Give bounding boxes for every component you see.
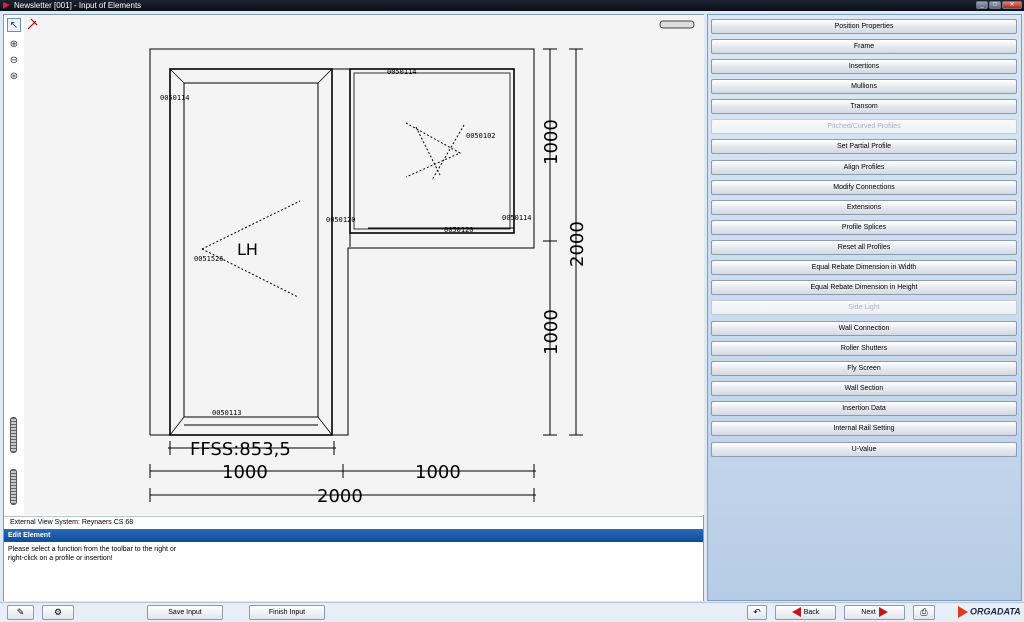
frame-button[interactable]: Frame	[711, 39, 1017, 54]
brand-name: ORGADATA	[970, 606, 1021, 617]
zoom-in-icon[interactable]: ⊕	[7, 38, 21, 52]
back-label: Back	[803, 609, 820, 616]
zoom-fit-icon[interactable]: ⊛	[7, 70, 21, 84]
modify-connections-button[interactable]: Modify Connections	[711, 180, 1017, 195]
threshold[interactable]	[184, 416, 318, 426]
glazing-symbol	[405, 122, 465, 181]
function-panel: Position Properties Frame Insertions Mul…	[707, 14, 1022, 601]
extensions-button[interactable]: Extensions	[711, 200, 1017, 215]
next-label: Next	[861, 609, 876, 616]
message-line: right-click on a profile or insertion!	[8, 555, 113, 562]
window-drawing-svg: 0050114 0050114 0050102 0050120 0050120 …	[27, 18, 695, 507]
options-icon-button[interactable]: ⚙	[42, 605, 74, 620]
select-tool-icon[interactable]: ↖	[7, 18, 21, 32]
view-status: External View System: Reynaers CS 68	[4, 516, 703, 528]
profile-splices-button[interactable]: Profile Splices	[711, 220, 1017, 235]
profile-code-label[interactable]: 0050114	[387, 68, 417, 76]
pitched-curved-profiles-button: Pitched/Curved Profiles	[711, 119, 1017, 134]
next-button[interactable]: Next	[844, 605, 905, 620]
tool-strip: ↖ ⊕ ⊖ ⊛	[4, 15, 24, 515]
edit-element-message: Please select a function from the toolba…	[4, 543, 703, 601]
app-icon	[3, 2, 10, 9]
insertions-button[interactable]: Insertions	[711, 59, 1017, 74]
roller-shutters-button[interactable]: Roller Shutters	[711, 341, 1017, 356]
dimension-width-total[interactable]: 2000	[317, 486, 363, 507]
wall-connection-button[interactable]: Wall Connection	[711, 321, 1017, 336]
title-bar: Newsletter [001] - Input of Elements _ □…	[0, 0, 1024, 11]
drawing-handle-icon[interactable]	[659, 20, 695, 29]
close-button[interactable]: ✕	[1002, 1, 1022, 9]
window-title: Newsletter [001] - Input of Elements	[14, 1, 142, 10]
set-partial-profile-button[interactable]: Set Partial Profile	[711, 139, 1017, 154]
vertical-scroll-grip[interactable]	[10, 417, 17, 453]
next-arrow-icon	[878, 607, 888, 618]
notes-icon-button[interactable]: ✎	[7, 605, 34, 620]
mullions-button[interactable]: Mullions	[711, 79, 1017, 94]
u-value-button[interactable]: U-Value	[711, 442, 1017, 457]
dimension-width-left[interactable]: 1000	[222, 462, 268, 483]
ffss-dimension[interactable]: FFSS:853,5	[190, 439, 291, 460]
edit-element-header: Edit Element	[4, 529, 703, 542]
bottom-bar: ✎ ⚙ Save Input Finish Input ↶ Back Next …	[0, 602, 1024, 622]
profile-code-label[interactable]: 0050114	[502, 214, 532, 222]
profile-code-label[interactable]: 0050120	[444, 226, 474, 234]
equal-rebate-height-button[interactable]: Equal Rebate Dimension in Height	[711, 280, 1017, 295]
insertion-data-button[interactable]: Insertion Data	[711, 401, 1017, 416]
equal-rebate-width-button[interactable]: Equal Rebate Dimension in Width	[711, 260, 1017, 275]
profile-code-label[interactable]: 0050102	[466, 132, 496, 140]
element-drawing[interactable]: 0050114 0050114 0050102 0050120 0050120 …	[24, 15, 704, 515]
brand-logo: ORGADATA	[958, 606, 1021, 618]
message-line: Please select a function from the toolba…	[8, 546, 177, 553]
maximize-button[interactable]: □	[989, 1, 1001, 9]
undo-icon-button[interactable]: ↶	[747, 605, 767, 620]
back-button[interactable]: Back	[775, 605, 836, 620]
reset-all-profiles-button[interactable]: Reset all Profiles	[711, 240, 1017, 255]
align-profiles-button[interactable]: Align Profiles	[711, 160, 1017, 175]
minimize-button[interactable]: _	[976, 1, 988, 9]
dimension-height-bottom[interactable]: 1000	[541, 309, 562, 355]
save-input-button[interactable]: Save Input	[147, 605, 223, 620]
dimension-width-right[interactable]: 1000	[415, 462, 461, 483]
back-arrow-icon	[791, 607, 801, 618]
dimension-height-top[interactable]: 1000	[541, 119, 562, 165]
drawing-panel: ↖ ⊕ ⊖ ⊛ 0050114 0050114 0050102 0050120 …	[3, 14, 704, 601]
wall-section-button[interactable]: Wall Section	[711, 381, 1017, 396]
fly-screen-button[interactable]: Fly Screen	[711, 361, 1017, 376]
profile-code-label[interactable]: 0050113	[212, 409, 242, 417]
opening-direction-label: LH	[237, 240, 258, 259]
print-icon-button[interactable]: ⎙	[913, 605, 935, 620]
side-light-button: Side Light	[711, 300, 1017, 315]
transom-button[interactable]: Transom	[711, 99, 1017, 114]
profile-cross-icon[interactable]	[27, 18, 38, 30]
dimension-height-total[interactable]: 2000	[567, 221, 588, 267]
profile-code-label[interactable]: 0050120	[326, 216, 356, 224]
orgadata-logo-icon	[958, 606, 968, 618]
profile-code-label[interactable]: 0051526	[194, 255, 224, 263]
vertical-scroll-grip-2[interactable]	[10, 469, 17, 505]
position-properties-button[interactable]: Position Properties	[711, 19, 1017, 34]
mullion[interactable]	[331, 69, 351, 435]
zoom-out-icon[interactable]: ⊖	[7, 54, 21, 68]
finish-input-button[interactable]: Finish Input	[249, 605, 325, 620]
fixed-glazing[interactable]	[349, 68, 515, 234]
profile-code-label[interactable]: 0050114	[160, 94, 190, 102]
outer-frame[interactable]	[149, 48, 535, 436]
internal-rail-setting-button[interactable]: Internal Rail Setting	[711, 421, 1017, 436]
